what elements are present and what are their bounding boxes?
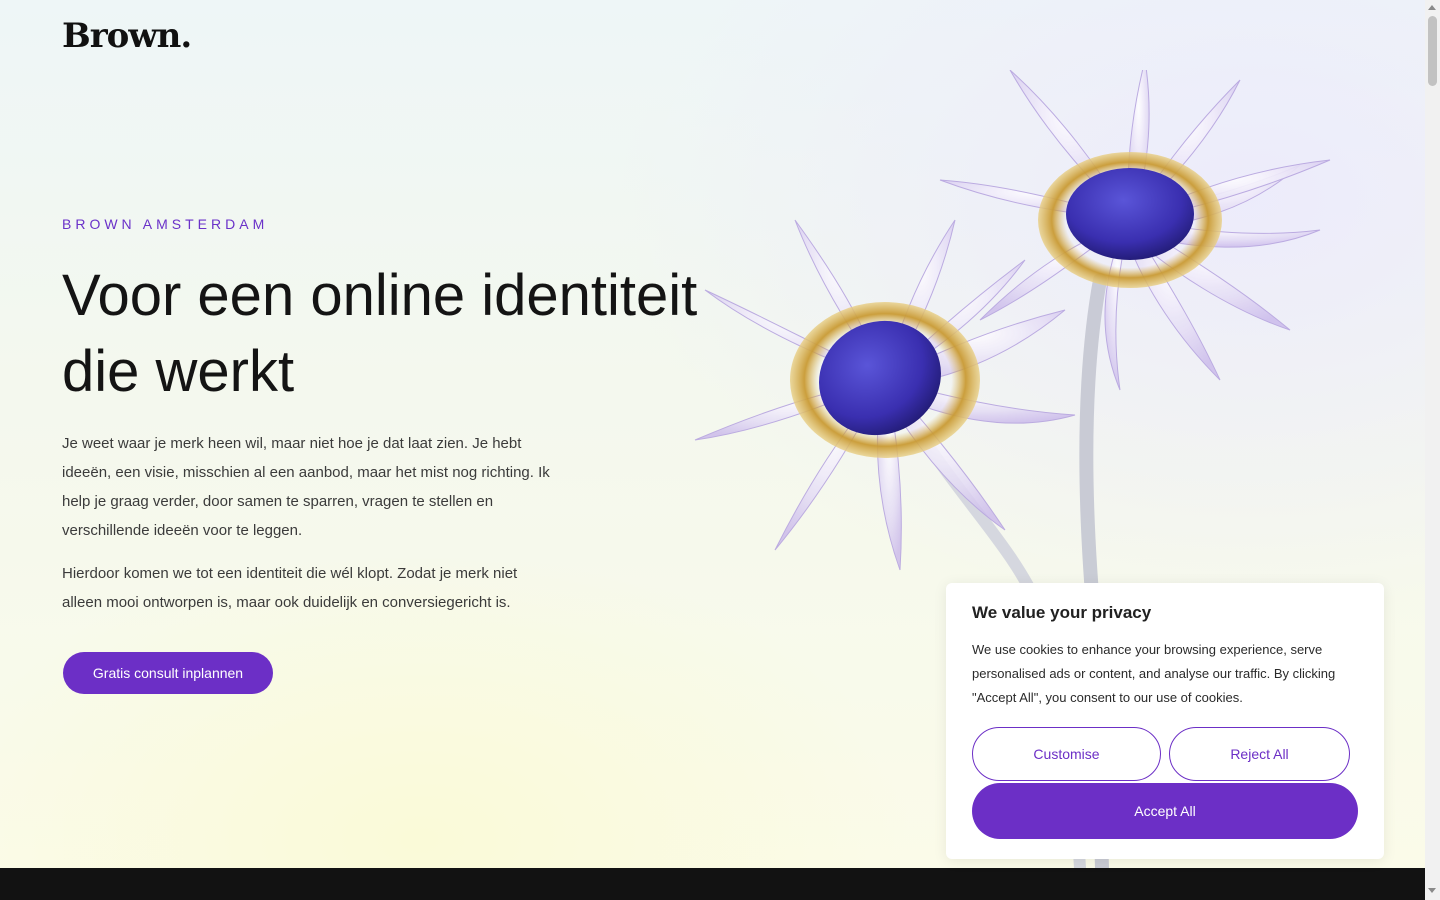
brand-logo[interactable]: Brown.	[62, 16, 192, 56]
reject-all-button[interactable]: Reject All	[1169, 727, 1350, 781]
flower-center	[1066, 168, 1194, 260]
cookie-banner-title: We value your privacy	[972, 603, 1152, 622]
scrollbar-thumb[interactable]	[1428, 16, 1437, 86]
hero-eyebrow: BROWN AMSTERDAM	[62, 216, 269, 232]
cookie-banner-text: We use cookies to enhance your browsing …	[972, 642, 1336, 705]
hero-paragraph-2: Hierdoor komen we tot een identiteit die…	[62, 565, 518, 611]
page-scrollbar[interactable]	[1425, 0, 1440, 900]
scroll-down-icon[interactable]	[1428, 888, 1436, 893]
flower-petals	[694, 219, 1076, 571]
footer-bar	[0, 868, 1425, 900]
book-consult-button[interactable]: Gratis consult inplannen	[63, 652, 273, 694]
scroll-up-icon[interactable]	[1428, 5, 1436, 10]
hero-headline: Voor een online identiteit die werkt	[62, 263, 698, 404]
cookie-consent-banner: We value your privacy We use cookies to …	[946, 583, 1384, 859]
customise-button[interactable]: Customise	[972, 727, 1161, 781]
accept-all-button[interactable]: Accept All	[972, 783, 1358, 839]
hero-paragraph-1: Je weet waar je merk heen wil, maar niet…	[62, 435, 550, 539]
